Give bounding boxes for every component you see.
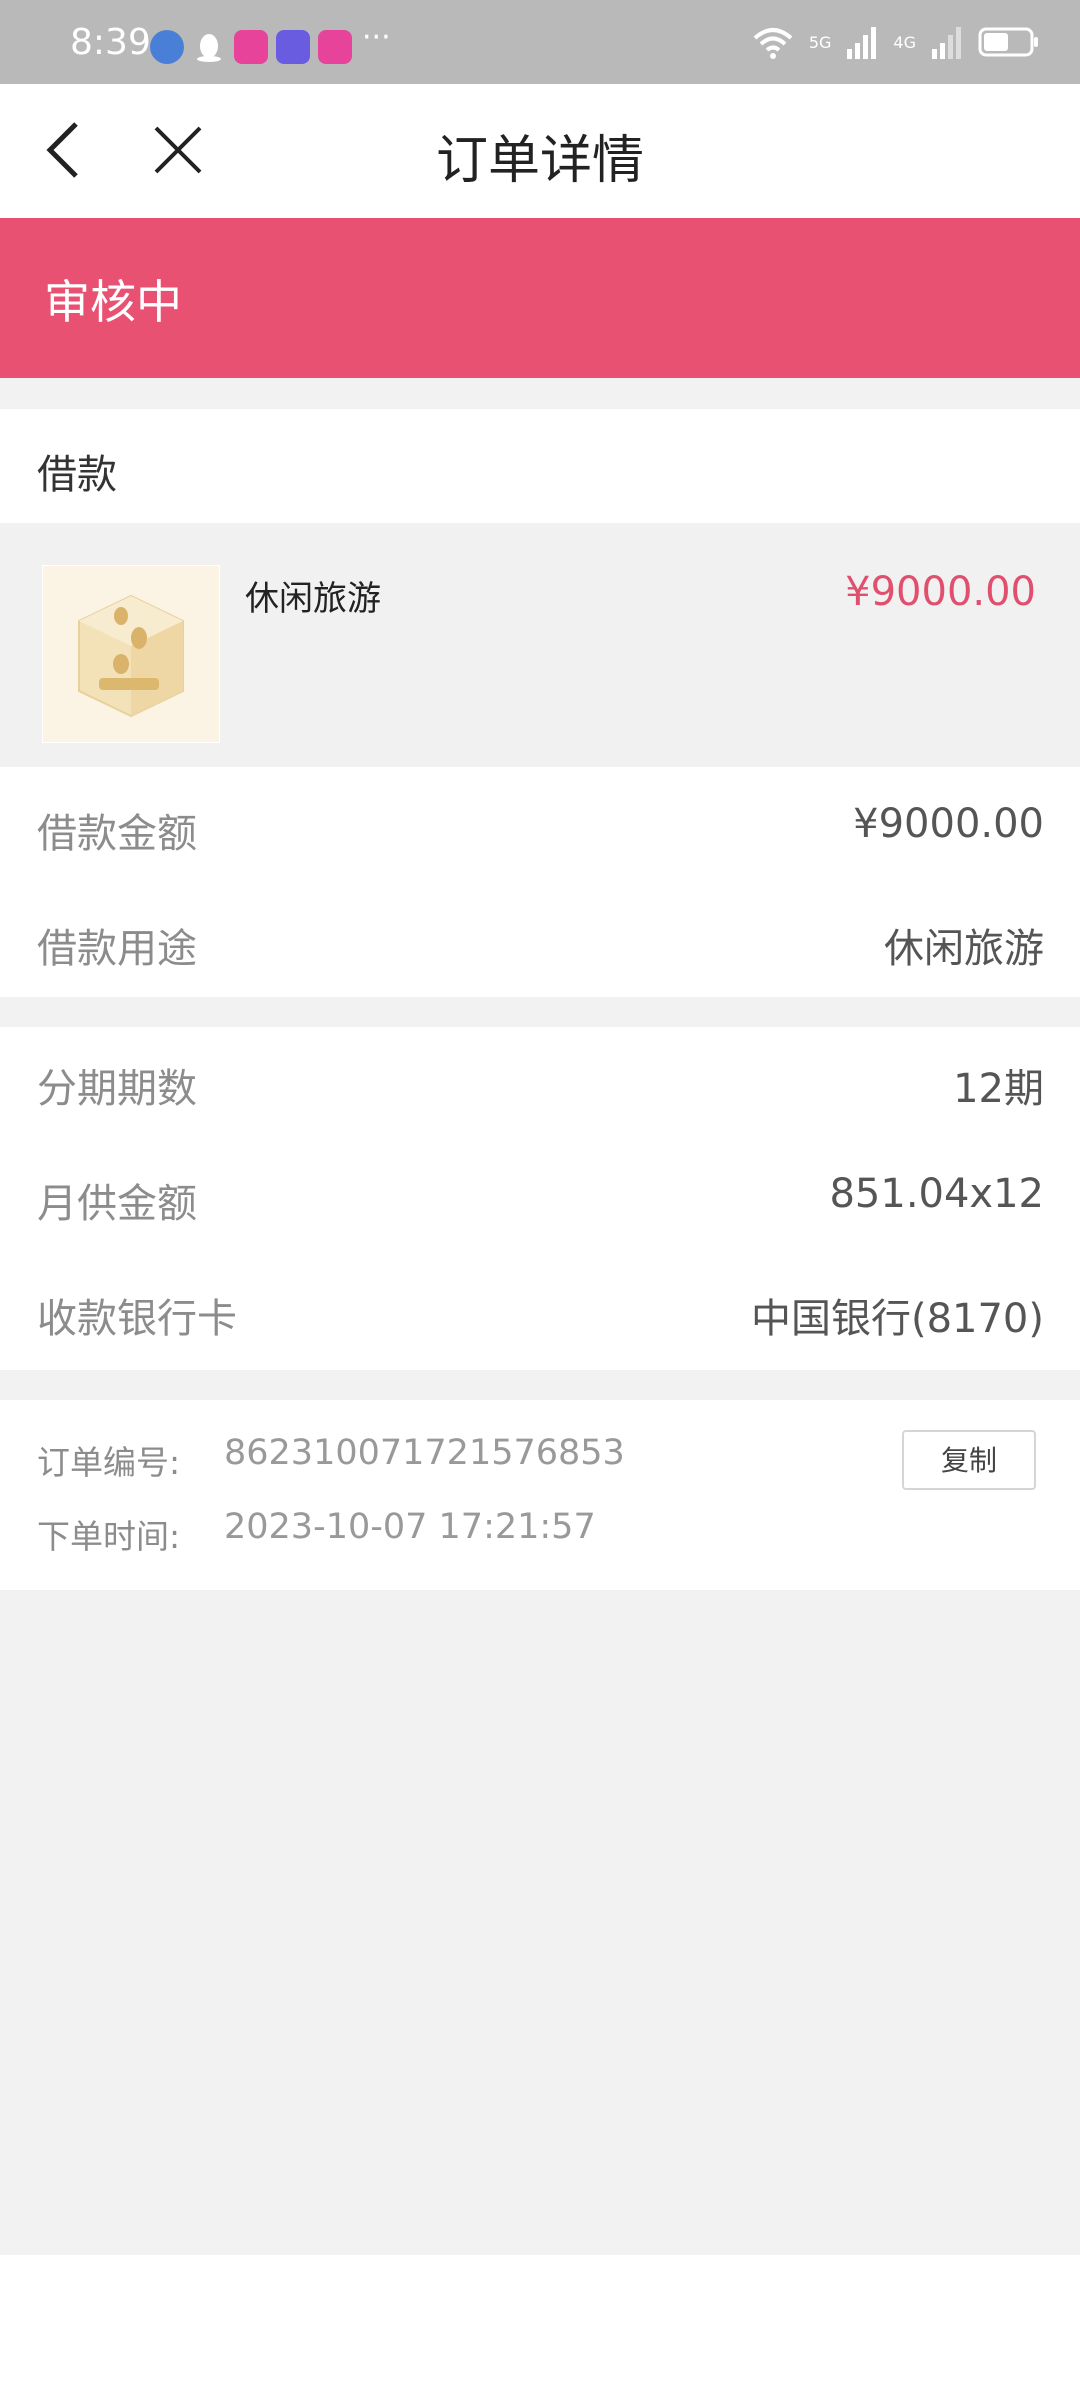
wifi-icon (753, 28, 793, 59)
coin-box-icon (78, 594, 184, 718)
order-info-section: 订单编号: 862310071721576853 下单时间: 2023-10-0… (0, 1400, 1080, 1590)
installment-label: 分期期数 (37, 1066, 197, 1112)
detail-value: ¥9000.00 (853, 801, 1044, 847)
detail-label: 借款金额 (37, 811, 197, 857)
status-banner: 审核中 (0, 218, 1080, 378)
copy-button[interactable]: 复制 (902, 1430, 1036, 1490)
order-number-value: 862310071721576853 (224, 1433, 625, 1473)
installment-row: 月供金额 851.04x12 (0, 1147, 1080, 1247)
education-app-icon (276, 30, 310, 64)
order-time-label: 下单时间: (37, 1517, 181, 1556)
installment-value: 851.04x12 (829, 1171, 1044, 1217)
bottom-area (0, 2255, 1080, 2400)
battery-icon (978, 27, 1038, 57)
signal-icon-2 (932, 27, 961, 59)
network-5g-label: 5G (808, 32, 832, 52)
product-name: 休闲旅游 (245, 579, 381, 619)
shop-app-icon-2 (318, 30, 352, 64)
loan-section-header: 借款 (0, 409, 1080, 523)
installment-row: 收款银行卡 中国银行(8170) (0, 1262, 1080, 1362)
system-icons: 5G 4G (751, 24, 1040, 60)
installment-value: 12期 (953, 1066, 1044, 1112)
loan-details-section: 借款金额 ¥9000.00 借款用途 休闲旅游 (0, 767, 1080, 997)
detail-value: 休闲旅游 (884, 926, 1044, 972)
detail-label: 借款用途 (37, 926, 197, 972)
browser-app-icon (150, 30, 184, 64)
more-notifications-icon: ··· (362, 20, 391, 55)
signal-icon (847, 27, 877, 59)
page-title: 订单详情 (435, 131, 644, 191)
qq-app-icon (192, 30, 226, 64)
loan-section-title: 借款 (37, 452, 117, 498)
product-price: ¥9000.00 (845, 569, 1036, 615)
installment-row: 分期期数 12期 (0, 1032, 1080, 1132)
order-time-value: 2023-10-07 17:21:57 (224, 1507, 596, 1547)
installment-section: 分期期数 12期 月供金额 851.04x12 收款银行卡 中国银行(8170) (0, 1027, 1080, 1370)
order-status: 审核中 (44, 275, 182, 329)
shop-app-icon (234, 30, 268, 64)
order-number-label: 订单编号: (37, 1443, 181, 1482)
status-bar: 8:39 ··· 5G 4G (0, 0, 1080, 84)
detail-row: 借款用途 休闲旅游 (0, 892, 1080, 992)
product-card[interactable]: 休闲旅游 ¥9000.00 (0, 523, 1080, 767)
product-thumbnail (42, 565, 220, 743)
status-time: 8:39 (70, 22, 151, 63)
network-4g-label: 4G (893, 32, 916, 52)
navigation-bar: 订单详情 (0, 84, 1080, 218)
notification-icons (150, 30, 352, 64)
installment-value: 中国银行(8170) (750, 1296, 1044, 1342)
installment-label: 收款银行卡 (37, 1296, 237, 1342)
installment-label: 月供金额 (37, 1181, 197, 1227)
detail-row: 借款金额 ¥9000.00 (0, 777, 1080, 877)
